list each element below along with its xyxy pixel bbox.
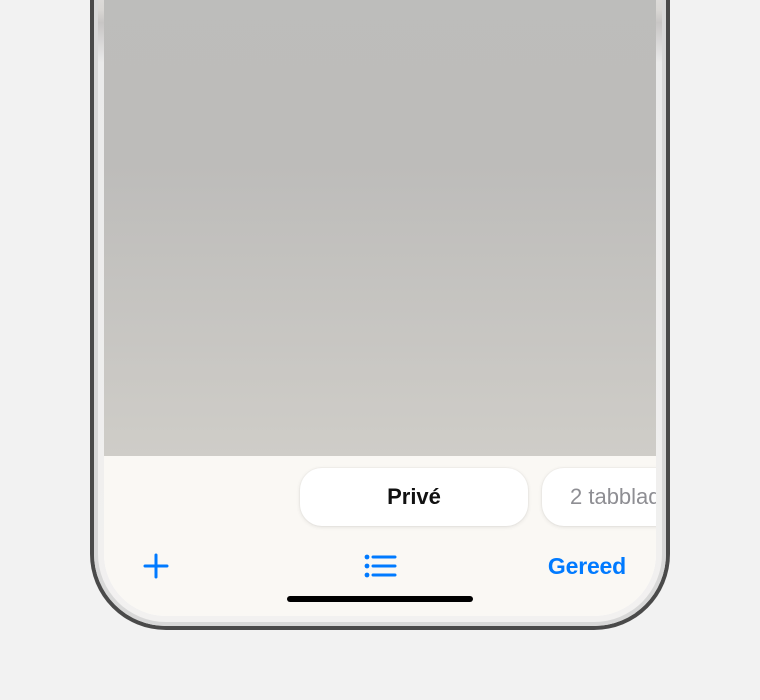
plus-icon <box>141 551 171 581</box>
done-button[interactable]: Gereed <box>548 553 626 580</box>
device-frame: Privé 2 tabblade <box>90 0 670 630</box>
tab-group-pill-next[interactable]: 2 tabblade <box>542 468 656 526</box>
new-tab-button[interactable] <box>134 544 178 588</box>
toolbar: Gereed <box>104 526 656 588</box>
list-icon <box>363 553 397 579</box>
screen: Privé 2 tabblade <box>104 0 656 616</box>
tab-groups-list-button[interactable] <box>358 544 402 588</box>
tab-group-scroller[interactable]: Privé 2 tabblade <box>104 468 656 526</box>
bottom-bar: Privé 2 tabblade <box>104 456 656 616</box>
home-indicator[interactable] <box>287 596 473 602</box>
tab-group-pill-active[interactable]: Privé <box>300 468 528 526</box>
tab-overview-area[interactable] <box>104 0 656 456</box>
